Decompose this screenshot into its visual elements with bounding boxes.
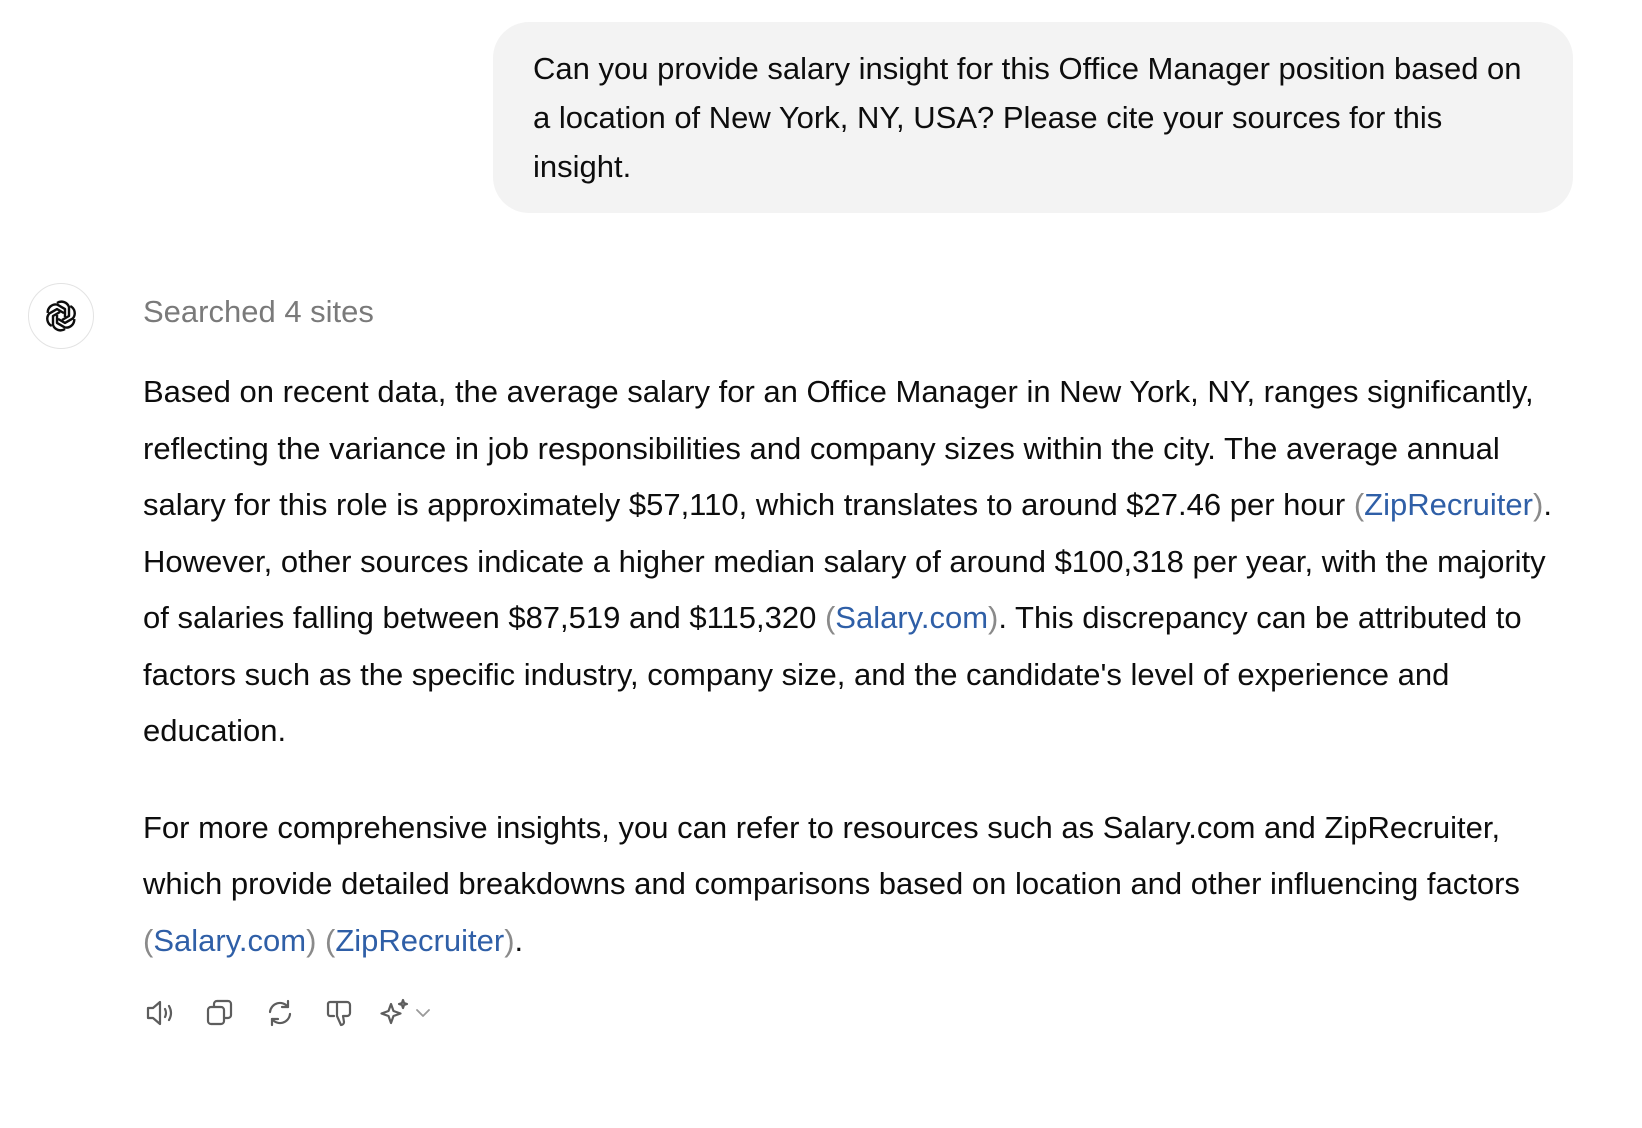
response-paragraph-2: For more comprehensive insights, you can…: [143, 800, 1573, 970]
paragraph-text: Based on recent data, the average salary…: [143, 374, 1534, 522]
chevron-down-icon: [416, 1009, 430, 1017]
citation: (Salary.com): [824, 600, 999, 635]
citation-link-ziprecruiter[interactable]: ZipRecruiter: [1364, 487, 1533, 522]
citation: (Salary.com): [143, 922, 317, 958]
citation: (ZipRecruiter): [325, 922, 515, 958]
sparkle-icon: [380, 998, 409, 1025]
citation-link-ziprecruiter[interactable]: ZipRecruiter: [335, 923, 504, 958]
message-action-bar: [137, 990, 433, 1036]
paragraph-text: For more comprehensive insights, you can…: [143, 809, 1520, 902]
bad-response-button[interactable]: [317, 990, 363, 1036]
copy-icon: [206, 999, 233, 1026]
read-aloud-icon: [146, 1000, 173, 1026]
citation: (ZipRecruiter): [1353, 487, 1544, 522]
citation-link-salary-com[interactable]: Salary.com: [835, 600, 988, 635]
search-status-toggle[interactable]: Searched 4 sites: [143, 292, 374, 332]
assistant-avatar: [28, 283, 94, 349]
regenerate-icon: [268, 999, 292, 1027]
user-message-text: Can you provide salary insight for this …: [533, 51, 1522, 184]
response-paragraph-1: Based on recent data, the average salary…: [143, 364, 1573, 760]
copy-button[interactable]: [197, 990, 243, 1036]
paragraph-text: .: [514, 922, 524, 958]
openai-logo-icon: [46, 300, 76, 332]
switch-model-button[interactable]: [377, 990, 433, 1036]
read-aloud-button[interactable]: [137, 990, 183, 1036]
regenerate-button[interactable]: [257, 990, 303, 1036]
thumbs-down-icon: [326, 1000, 352, 1027]
user-message-bubble: Can you provide salary insight for this …: [493, 22, 1573, 213]
assistant-response: Based on recent data, the average salary…: [143, 364, 1573, 1009]
citation-link-salary-com[interactable]: Salary.com: [153, 923, 306, 958]
